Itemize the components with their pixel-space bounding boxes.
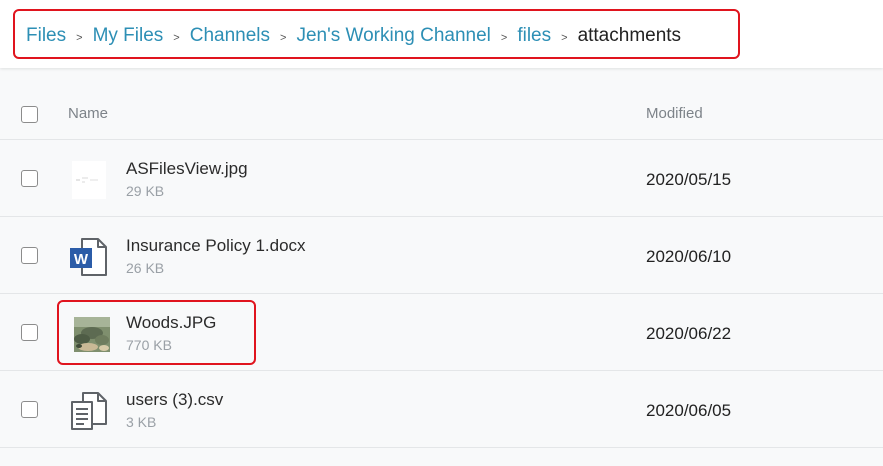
row-checkbox[interactable] <box>21 170 38 187</box>
row-checkbox[interactable] <box>21 247 38 264</box>
breadcrumb-highlight-box <box>13 9 740 59</box>
file-modified-date: 2020/05/15 <box>646 170 732 189</box>
row-checkbox[interactable] <box>21 401 38 418</box>
table-row[interactable]: W Insurance Policy 1.docx 26 KB 2020/06/… <box>0 217 883 294</box>
image-thumbnail-icon <box>68 159 110 201</box>
file-size: 29 KB <box>126 183 165 199</box>
select-all-checkbox[interactable] <box>21 106 38 123</box>
file-table: Name Modified ASFilesView.jpg 29 KB 2020… <box>0 87 883 448</box>
file-modified-date: 2020/06/22 <box>646 324 732 343</box>
table-header-row: Name Modified <box>0 87 883 140</box>
file-highlight-box <box>57 300 256 365</box>
file-modified-date: 2020/06/05 <box>646 401 732 420</box>
word-document-icon: W <box>68 236 110 278</box>
csv-file-icon <box>68 390 110 432</box>
file-size: 3 KB <box>126 414 157 430</box>
file-name[interactable]: Insurance Policy 1.docx <box>126 236 306 256</box>
file-modified-date: 2020/06/10 <box>646 247 732 266</box>
row-checkbox[interactable] <box>21 324 38 341</box>
file-name[interactable]: ASFilesView.jpg <box>126 159 248 179</box>
table-row[interactable]: ASFilesView.jpg 29 KB 2020/05/15 <box>0 140 883 217</box>
table-row[interactable]: users (3).csv 3 KB 2020/06/05 <box>0 371 883 448</box>
header-bar: Files > My Files > Channels > Jen's Work… <box>0 0 883 68</box>
file-name[interactable]: users (3).csv <box>126 390 223 410</box>
column-header-modified[interactable]: Modified <box>646 105 703 122</box>
column-header-name[interactable]: Name <box>68 105 108 122</box>
file-size: 26 KB <box>126 260 165 276</box>
svg-text:W: W <box>74 251 89 268</box>
